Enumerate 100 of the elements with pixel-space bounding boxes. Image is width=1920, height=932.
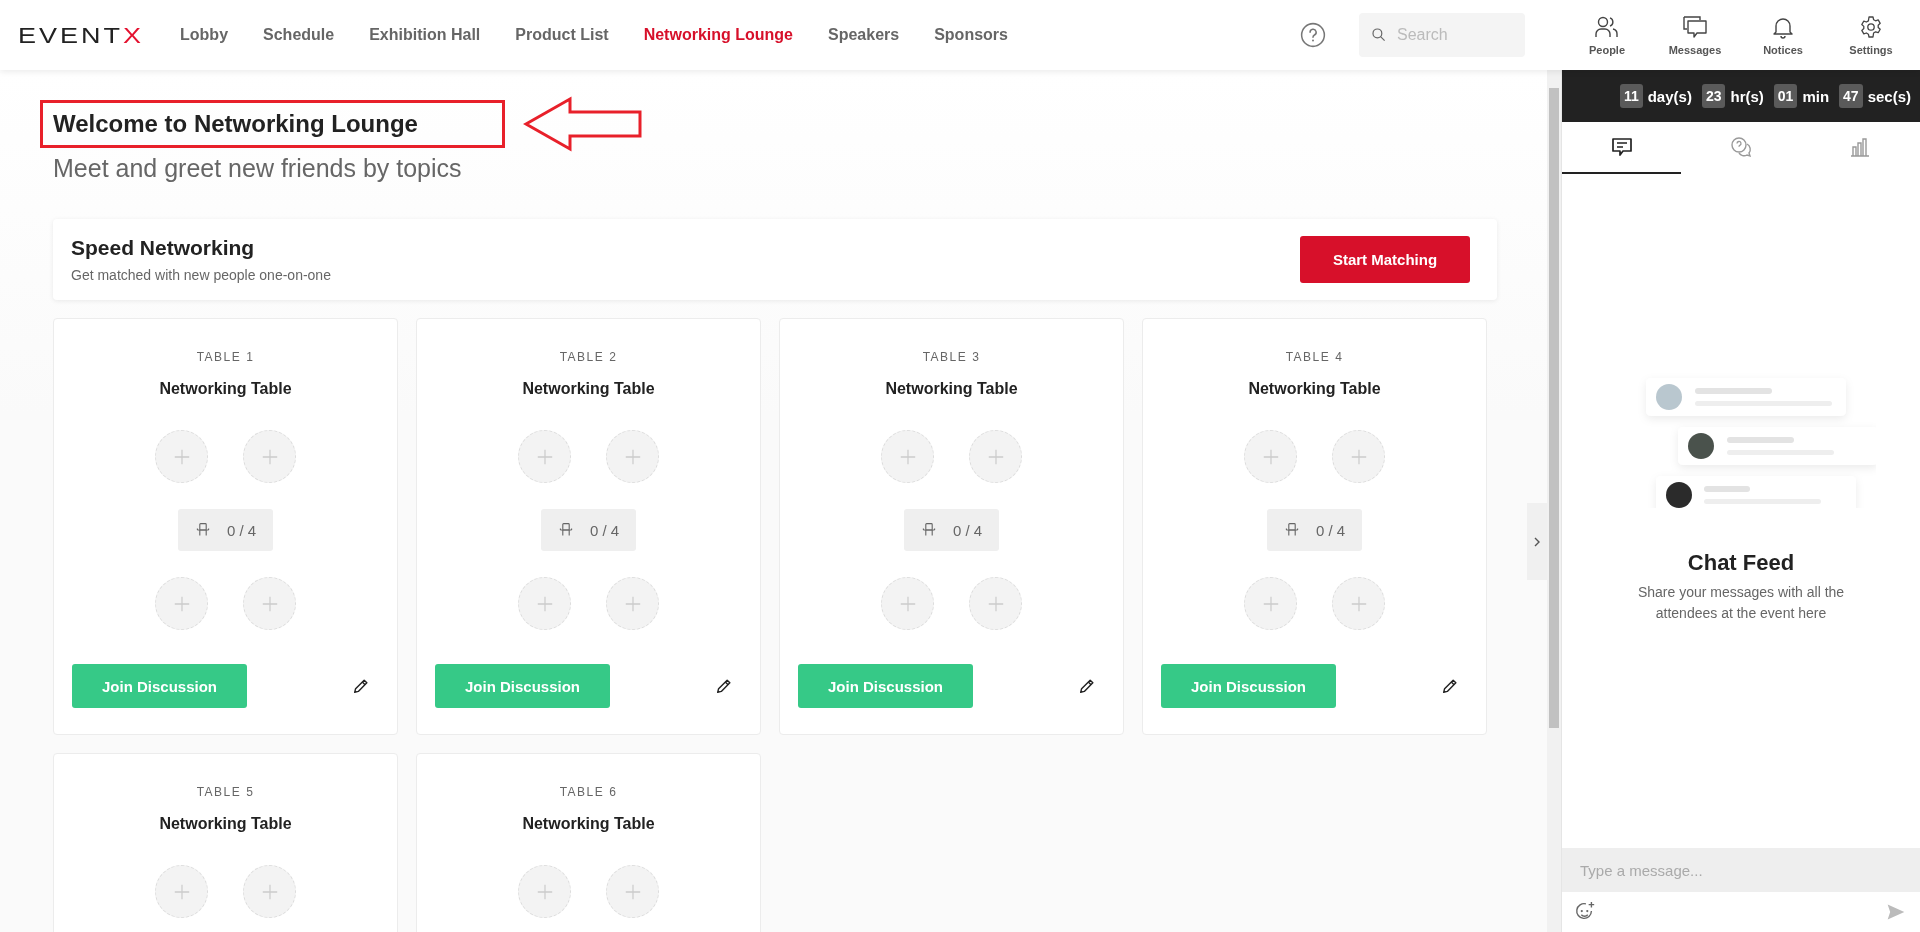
seat-count: 0 / 4: [589, 521, 620, 539]
chat-feed-description: Share your messages with all the attendees at the event here: [1636, 583, 1846, 623]
add-seat-button[interactable]: [1244, 430, 1297, 483]
nav-link[interactable]: Product List: [515, 26, 609, 44]
add-seat-button[interactable]: [243, 430, 296, 483]
table-number: TABLE 3: [922, 350, 981, 364]
add-seat-button[interactable]: [1244, 577, 1297, 630]
people-button[interactable]: People: [1563, 14, 1651, 56]
countdown-value: 23: [1701, 84, 1726, 108]
edit-icon[interactable]: [1078, 677, 1096, 695]
nav-link[interactable]: Exhibition Hall: [369, 26, 481, 44]
seat-count: 0 / 4: [1315, 521, 1346, 539]
plus-icon: [1261, 447, 1280, 466]
table-name: Networking Table: [522, 380, 655, 398]
seat-count: 0 / 4: [952, 521, 983, 539]
plus-icon: [535, 594, 554, 613]
table-number: TABLE 2: [559, 350, 618, 364]
start-matching-button[interactable]: Start Matching: [1300, 236, 1470, 283]
table-number: TABLE 4: [1285, 350, 1344, 364]
logo[interactable]: EVENTX: [18, 21, 145, 49]
plus-icon: [898, 447, 917, 466]
plus-icon: [1261, 594, 1280, 613]
add-seat-button[interactable]: [518, 865, 571, 918]
table-name: Networking Table: [159, 380, 292, 398]
message-input[interactable]: Type a message...: [1562, 848, 1920, 892]
scrollbar[interactable]: [1547, 70, 1561, 932]
plus-icon: [260, 882, 279, 901]
add-seat-button[interactable]: [606, 430, 659, 483]
plus-icon: [623, 882, 642, 901]
add-seat-button[interactable]: [969, 577, 1022, 630]
question-bubbles-icon: [1729, 135, 1753, 159]
edit-icon[interactable]: [715, 677, 733, 695]
edit-icon[interactable]: [1441, 677, 1459, 695]
table-name: Networking Table: [885, 380, 1018, 398]
nav-link[interactable]: Networking Lounge: [643, 26, 793, 44]
add-seat-button[interactable]: [155, 865, 208, 918]
table-number: TABLE 6: [559, 785, 618, 799]
plus-icon: [898, 594, 917, 613]
people-icon: [1594, 14, 1620, 39]
add-seat-button[interactable]: [1332, 577, 1385, 630]
plus-icon: [623, 447, 642, 466]
chat-icon: [1609, 135, 1634, 159]
add-seat-button[interactable]: [1332, 430, 1385, 483]
plus-icon: [260, 594, 279, 613]
section-description: Get matched with new people one-on-one: [71, 267, 331, 283]
add-seat-button[interactable]: [881, 577, 934, 630]
page-subtitle: Meet and greet new friends by topics: [53, 154, 463, 183]
add-seat-button[interactable]: [969, 430, 1022, 483]
chair-icon: [557, 522, 574, 538]
chat-bubbles-icon: [1682, 14, 1708, 39]
table-name: Networking Table: [1248, 380, 1381, 398]
help-icon[interactable]: [1300, 22, 1326, 48]
search-icon: [1371, 27, 1387, 43]
search-field[interactable]: Search: [1359, 13, 1525, 57]
seat-count: 0 / 4: [226, 521, 257, 539]
chair-icon: [194, 522, 211, 538]
edit-icon[interactable]: [352, 677, 370, 695]
page-title: Welcome to Networking Lounge: [53, 110, 418, 138]
plus-icon: [623, 594, 642, 613]
messages-button[interactable]: Messages: [1651, 14, 1739, 56]
add-seat-button[interactable]: [606, 577, 659, 630]
send-icon[interactable]: [1886, 902, 1906, 922]
countdown-value: 11: [1619, 84, 1643, 108]
nav-link[interactable]: Lobby: [180, 26, 229, 44]
nav-link[interactable]: Sponsors: [934, 26, 1008, 44]
add-seat-button[interactable]: [606, 865, 659, 918]
chair-icon: [1283, 522, 1300, 538]
countdown-value: 47: [1839, 84, 1863, 108]
notices-button[interactable]: Notices: [1739, 14, 1827, 56]
plus-icon: [535, 447, 554, 466]
plus-icon: [1349, 447, 1368, 466]
add-seat-button[interactable]: [881, 430, 934, 483]
countdown-value: 01: [1773, 84, 1798, 108]
plus-icon: [172, 447, 191, 466]
collapse-handle[interactable]: [1527, 503, 1547, 580]
plus-icon: [260, 447, 279, 466]
add-seat-button[interactable]: [243, 865, 296, 918]
countdown-unit: min: [1802, 87, 1830, 105]
plus-icon: [172, 594, 191, 613]
plus-icon: [1349, 594, 1368, 613]
add-seat-button[interactable]: [155, 577, 208, 630]
add-seat-button[interactable]: [518, 430, 571, 483]
table-name: Networking Table: [159, 815, 292, 833]
add-seat-button[interactable]: [518, 577, 571, 630]
chat-feed-title: Chat Feed: [1687, 550, 1795, 576]
countdown-unit: day(s): [1647, 87, 1692, 105]
countdown-unit: hr(s): [1730, 87, 1764, 105]
settings-icon: [1859, 14, 1883, 39]
plus-icon: [535, 882, 554, 901]
table-name: Networking Table: [522, 815, 655, 833]
settings-button[interactable]: Settings: [1827, 14, 1915, 56]
add-seat-button[interactable]: [155, 430, 208, 483]
countdown-unit: sec(s): [1867, 87, 1911, 105]
nav-link[interactable]: Speakers: [828, 26, 900, 44]
nav-link[interactable]: Schedule: [263, 26, 335, 44]
section-title: Speed Networking: [71, 236, 256, 260]
table-number: TABLE 1: [196, 350, 255, 364]
table-number: TABLE 5: [196, 785, 255, 799]
plus-icon: [986, 594, 1005, 613]
add-seat-button[interactable]: [243, 577, 296, 630]
